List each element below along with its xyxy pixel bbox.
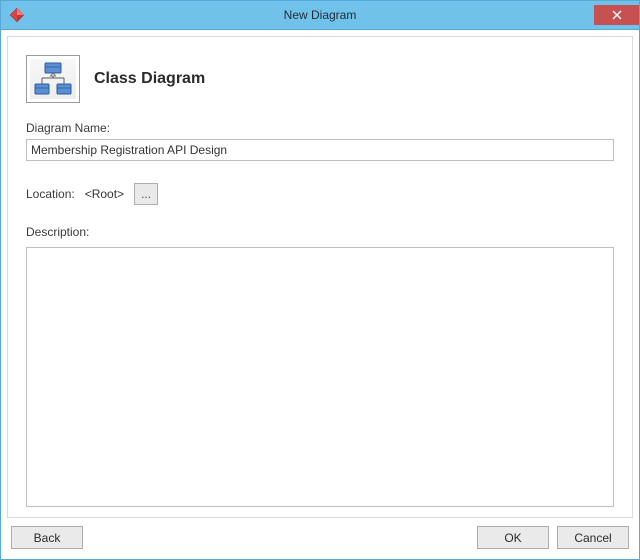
diagram-type-heading: Class Diagram [94,70,205,88]
location-value: <Root> [85,187,124,201]
dialog-window: New Diagram [0,0,640,560]
location-label: Location: [26,187,75,201]
form-panel: Class Diagram Diagram Name: Location: <R… [7,36,633,518]
location-row: Location: <Root> ... [26,183,614,205]
close-button[interactable] [594,5,639,25]
window-title: New Diagram [1,8,639,22]
description-textarea[interactable] [26,247,614,507]
description-label: Description: [26,225,614,239]
location-browse-button[interactable]: ... [134,183,158,205]
back-button[interactable]: Back [11,526,83,549]
button-bar: Back OK Cancel [7,518,633,553]
cancel-button[interactable]: Cancel [557,526,629,549]
client-area: Class Diagram Diagram Name: Location: <R… [0,30,640,560]
ok-button[interactable]: OK [477,526,549,549]
titlebar: New Diagram [0,0,640,30]
header-section: Class Diagram [26,55,614,103]
diagram-type-icon [26,55,80,103]
app-icon [9,7,25,23]
diagram-name-input[interactable] [26,139,614,161]
diagram-name-label: Diagram Name: [26,121,614,135]
close-icon [612,10,622,20]
